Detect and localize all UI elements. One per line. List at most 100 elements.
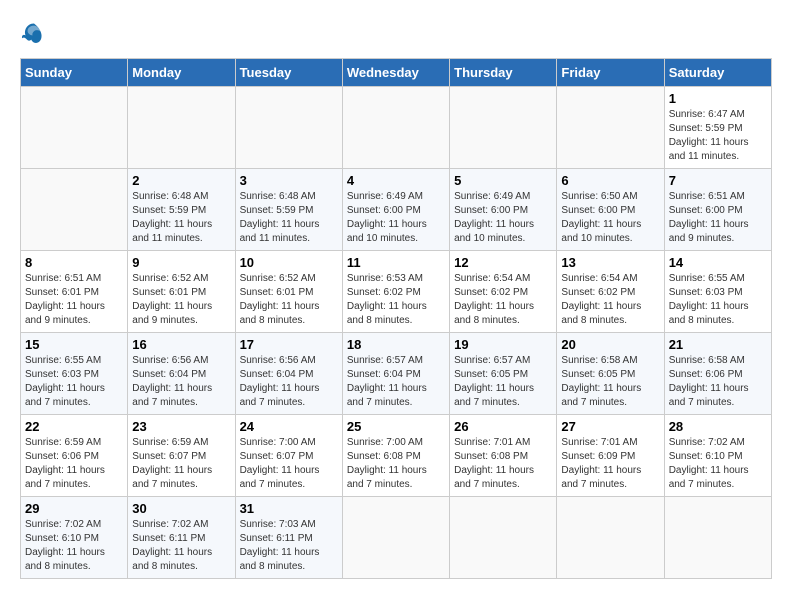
day-number: 8 [25, 255, 123, 270]
day-cell: 21 Sunrise: 6:58 AMSunset: 6:06 PMDaylig… [664, 333, 771, 415]
day-cell: 22 Sunrise: 6:59 AMSunset: 6:06 PMDaylig… [21, 415, 128, 497]
day-number: 16 [132, 337, 230, 352]
day-number: 12 [454, 255, 552, 270]
day-cell: 26 Sunrise: 7:01 AMSunset: 6:08 PMDaylig… [450, 415, 557, 497]
day-number: 7 [669, 173, 767, 188]
day-info: Sunrise: 6:55 AMSunset: 6:03 PMDaylight:… [669, 273, 749, 326]
calendar-week-row: 1 Sunrise: 6:47 AMSunset: 5:59 PMDayligh… [21, 87, 772, 169]
empty-day-cell [450, 497, 557, 579]
empty-day-cell [235, 87, 342, 169]
day-number: 14 [669, 255, 767, 270]
day-info: Sunrise: 6:57 AMSunset: 6:05 PMDaylight:… [454, 355, 534, 408]
day-number: 29 [25, 501, 123, 516]
day-number: 24 [240, 419, 338, 434]
calendar-week-row: 15 Sunrise: 6:55 AMSunset: 6:03 PMDaylig… [21, 333, 772, 415]
calendar-week-row: 29 Sunrise: 7:02 AMSunset: 6:10 PMDaylig… [21, 497, 772, 579]
day-cell: 8 Sunrise: 6:51 AMSunset: 6:01 PMDayligh… [21, 251, 128, 333]
weekday-header: Sunday [21, 59, 128, 87]
day-cell: 31 Sunrise: 7:03 AMSunset: 6:11 PMDaylig… [235, 497, 342, 579]
day-number: 4 [347, 173, 445, 188]
day-info: Sunrise: 6:56 AMSunset: 6:04 PMDaylight:… [240, 355, 320, 408]
empty-day-cell [128, 87, 235, 169]
day-number: 25 [347, 419, 445, 434]
day-cell: 19 Sunrise: 6:57 AMSunset: 6:05 PMDaylig… [450, 333, 557, 415]
empty-day-cell [342, 497, 449, 579]
day-cell: 16 Sunrise: 6:56 AMSunset: 6:04 PMDaylig… [128, 333, 235, 415]
day-info: Sunrise: 6:54 AMSunset: 6:02 PMDaylight:… [454, 273, 534, 326]
day-cell: 10 Sunrise: 6:52 AMSunset: 6:01 PMDaylig… [235, 251, 342, 333]
day-number: 20 [561, 337, 659, 352]
day-number: 26 [454, 419, 552, 434]
day-info: Sunrise: 7:01 AMSunset: 6:09 PMDaylight:… [561, 437, 641, 490]
day-number: 17 [240, 337, 338, 352]
day-cell: 13 Sunrise: 6:54 AMSunset: 6:02 PMDaylig… [557, 251, 664, 333]
day-number: 19 [454, 337, 552, 352]
calendar-week-row: 2 Sunrise: 6:48 AMSunset: 5:59 PMDayligh… [21, 169, 772, 251]
day-info: Sunrise: 7:02 AMSunset: 6:10 PMDaylight:… [25, 519, 105, 572]
day-info: Sunrise: 6:52 AMSunset: 6:01 PMDaylight:… [132, 273, 212, 326]
day-cell: 12 Sunrise: 6:54 AMSunset: 6:02 PMDaylig… [450, 251, 557, 333]
day-info: Sunrise: 6:48 AMSunset: 5:59 PMDaylight:… [240, 191, 320, 244]
day-cell: 2 Sunrise: 6:48 AMSunset: 5:59 PMDayligh… [128, 169, 235, 251]
day-number: 9 [132, 255, 230, 270]
day-info: Sunrise: 6:55 AMSunset: 6:03 PMDaylight:… [25, 355, 105, 408]
day-cell: 29 Sunrise: 7:02 AMSunset: 6:10 PMDaylig… [21, 497, 128, 579]
day-cell: 9 Sunrise: 6:52 AMSunset: 6:01 PMDayligh… [128, 251, 235, 333]
day-info: Sunrise: 6:54 AMSunset: 6:02 PMDaylight:… [561, 273, 641, 326]
day-number: 28 [669, 419, 767, 434]
day-cell: 6 Sunrise: 6:50 AMSunset: 6:00 PMDayligh… [557, 169, 664, 251]
day-info: Sunrise: 6:58 AMSunset: 6:06 PMDaylight:… [669, 355, 749, 408]
day-cell: 28 Sunrise: 7:02 AMSunset: 6:10 PMDaylig… [664, 415, 771, 497]
day-cell: 30 Sunrise: 7:02 AMSunset: 6:11 PMDaylig… [128, 497, 235, 579]
day-number: 11 [347, 255, 445, 270]
day-cell: 27 Sunrise: 7:01 AMSunset: 6:09 PMDaylig… [557, 415, 664, 497]
empty-day-cell [557, 87, 664, 169]
weekday-header-row: SundayMondayTuesdayWednesdayThursdayFrid… [21, 59, 772, 87]
day-info: Sunrise: 7:02 AMSunset: 6:10 PMDaylight:… [669, 437, 749, 490]
day-cell: 4 Sunrise: 6:49 AMSunset: 6:00 PMDayligh… [342, 169, 449, 251]
day-number: 3 [240, 173, 338, 188]
day-number: 5 [454, 173, 552, 188]
weekday-header: Tuesday [235, 59, 342, 87]
day-info: Sunrise: 7:03 AMSunset: 6:11 PMDaylight:… [240, 519, 320, 572]
day-number: 30 [132, 501, 230, 516]
day-info: Sunrise: 6:51 AMSunset: 6:01 PMDaylight:… [25, 273, 105, 326]
day-cell: 5 Sunrise: 6:49 AMSunset: 6:00 PMDayligh… [450, 169, 557, 251]
day-number: 31 [240, 501, 338, 516]
day-info: Sunrise: 6:49 AMSunset: 6:00 PMDaylight:… [347, 191, 427, 244]
empty-day-cell [21, 87, 128, 169]
day-cell: 15 Sunrise: 6:55 AMSunset: 6:03 PMDaylig… [21, 333, 128, 415]
calendar-week-row: 8 Sunrise: 6:51 AMSunset: 6:01 PMDayligh… [21, 251, 772, 333]
empty-day-cell [557, 497, 664, 579]
day-cell: 23 Sunrise: 6:59 AMSunset: 6:07 PMDaylig… [128, 415, 235, 497]
day-cell: 3 Sunrise: 6:48 AMSunset: 5:59 PMDayligh… [235, 169, 342, 251]
day-cell: 17 Sunrise: 6:56 AMSunset: 6:04 PMDaylig… [235, 333, 342, 415]
day-cell: 25 Sunrise: 7:00 AMSunset: 6:08 PMDaylig… [342, 415, 449, 497]
day-info: Sunrise: 6:58 AMSunset: 6:05 PMDaylight:… [561, 355, 641, 408]
logo-icon [20, 20, 48, 48]
day-info: Sunrise: 7:00 AMSunset: 6:07 PMDaylight:… [240, 437, 320, 490]
day-info: Sunrise: 6:52 AMSunset: 6:01 PMDaylight:… [240, 273, 320, 326]
page-header [20, 20, 772, 48]
calendar-week-row: 22 Sunrise: 6:59 AMSunset: 6:06 PMDaylig… [21, 415, 772, 497]
day-number: 1 [669, 91, 767, 106]
day-number: 6 [561, 173, 659, 188]
day-number: 23 [132, 419, 230, 434]
day-cell: 14 Sunrise: 6:55 AMSunset: 6:03 PMDaylig… [664, 251, 771, 333]
day-number: 15 [25, 337, 123, 352]
day-cell: 18 Sunrise: 6:57 AMSunset: 6:04 PMDaylig… [342, 333, 449, 415]
day-number: 18 [347, 337, 445, 352]
day-info: Sunrise: 6:51 AMSunset: 6:00 PMDaylight:… [669, 191, 749, 244]
day-info: Sunrise: 6:48 AMSunset: 5:59 PMDaylight:… [132, 191, 212, 244]
day-info: Sunrise: 6:53 AMSunset: 6:02 PMDaylight:… [347, 273, 427, 326]
day-info: Sunrise: 6:56 AMSunset: 6:04 PMDaylight:… [132, 355, 212, 408]
day-number: 10 [240, 255, 338, 270]
weekday-header: Saturday [664, 59, 771, 87]
day-number: 13 [561, 255, 659, 270]
calendar-table: SundayMondayTuesdayWednesdayThursdayFrid… [20, 58, 772, 579]
weekday-header: Thursday [450, 59, 557, 87]
weekday-header: Wednesday [342, 59, 449, 87]
day-cell: 11 Sunrise: 6:53 AMSunset: 6:02 PMDaylig… [342, 251, 449, 333]
weekday-header: Friday [557, 59, 664, 87]
day-number: 22 [25, 419, 123, 434]
